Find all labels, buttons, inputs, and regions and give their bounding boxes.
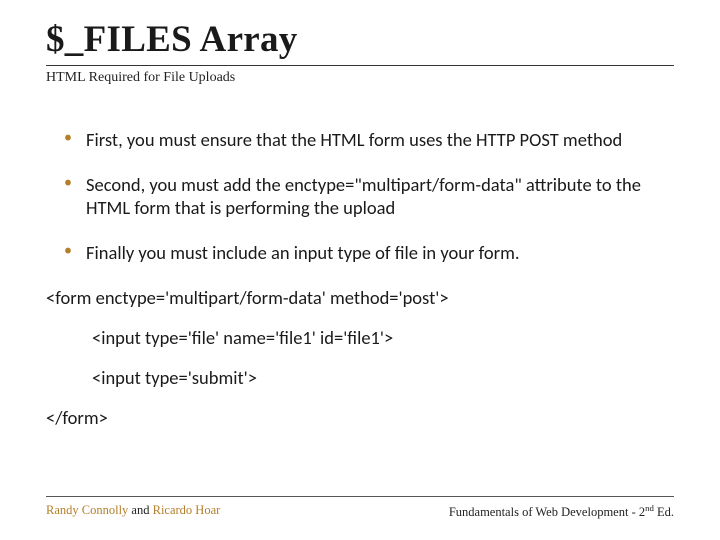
bullet-list: First, you must ensure that the HTML for… (46, 128, 674, 265)
book-title-tail: Ed. (654, 505, 674, 519)
footer-divider (46, 496, 674, 497)
code-line: <form enctype='multipart/form-data' meth… (46, 287, 674, 309)
slide-subtitle: HTML Required for File Uploads (46, 70, 674, 86)
bullet-item: Second, you must add the enctype="multip… (64, 173, 674, 219)
slide-content: First, you must ensure that the HTML for… (46, 128, 674, 429)
code-example: <form enctype='multipart/form-data' meth… (46, 287, 674, 430)
footer-authors: Randy Connolly and Ricardo Hoar (46, 503, 220, 520)
bullet-item: First, you must ensure that the HTML for… (64, 128, 674, 151)
book-title-part: Fundamentals of Web Development - 2 (449, 505, 645, 519)
author-name: Randy Connolly (46, 503, 128, 517)
footer: Randy Connolly and Ricardo Hoar Fundamen… (46, 496, 674, 520)
slide: $_FILES Array HTML Required for File Upl… (0, 0, 720, 540)
book-edition-sup: nd (645, 503, 654, 513)
code-line: <input type='file' name='file1' id='file… (46, 327, 674, 349)
slide-title: $_FILES Array (46, 18, 674, 63)
title-divider (46, 65, 674, 66)
code-line: <input type='submit'> (46, 367, 674, 389)
footer-book: Fundamentals of Web Development - 2nd Ed… (449, 503, 674, 520)
author-name: Ricardo Hoar (153, 503, 221, 517)
code-line: </form> (46, 407, 674, 429)
footer-row: Randy Connolly and Ricardo Hoar Fundamen… (46, 503, 674, 520)
bullet-item: Finally you must include an input type o… (64, 241, 674, 264)
author-joiner: and (128, 503, 152, 517)
